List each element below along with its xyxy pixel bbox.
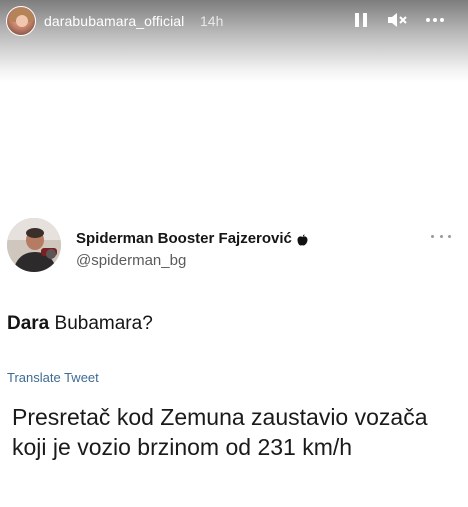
story-time: 14h	[200, 13, 224, 29]
story-header: darabubamara_official 14h	[0, 0, 468, 82]
tweet-author-avatar[interactable]	[7, 218, 61, 272]
instagram-story-screen: darabubamara_official 14h Spiderman Boos…	[0, 0, 468, 507]
more-icon[interactable]	[424, 9, 446, 31]
story-avatar[interactable]	[6, 6, 36, 36]
tweet-text: Dara Bubamara?	[7, 313, 153, 335]
pause-icon[interactable]	[352, 9, 370, 31]
translate-tweet-link[interactable]: Translate Tweet	[7, 370, 99, 385]
avatar-face	[16, 15, 28, 27]
apple-icon	[297, 233, 308, 246]
tweet-author-handle[interactable]: @spiderman_bg	[76, 252, 186, 269]
tweet-text-rest: Bubamara?	[49, 313, 153, 334]
story-username[interactable]: darabubamara_official	[44, 13, 184, 29]
quoted-headline: Presretač kod Zemuna zaustavio vozača ko…	[12, 404, 428, 460]
tweet-more-icon[interactable]	[431, 232, 451, 240]
tweet-author-name-row: Spiderman Booster Fajzerović	[76, 230, 308, 247]
tweet-author-name[interactable]: Spiderman Booster Fajzerović	[76, 230, 292, 247]
tweet-text-bold: Dara	[7, 313, 50, 334]
mute-icon[interactable]	[386, 9, 408, 31]
